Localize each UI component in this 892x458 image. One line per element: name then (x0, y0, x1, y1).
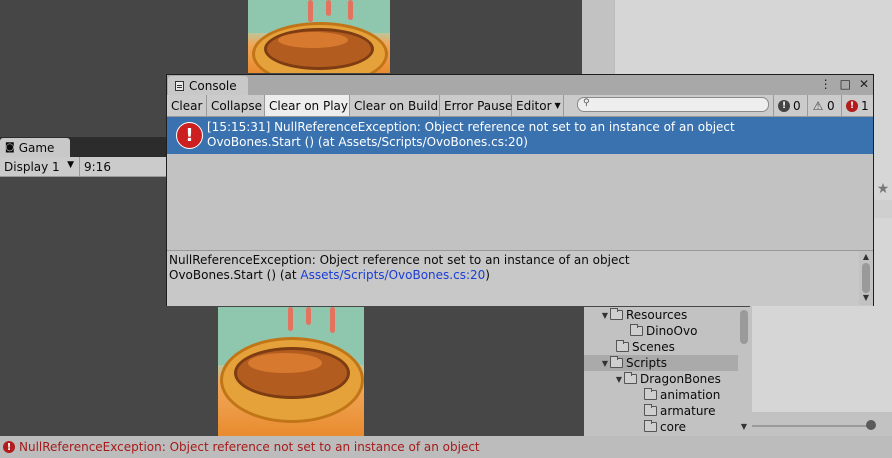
project-scroll-thumb[interactable] (740, 310, 748, 344)
log-entry-message: [15:15:31] NullReferenceException: Objec… (207, 120, 735, 134)
folder-icon (624, 372, 637, 384)
window-controls: ⋮ □ ✕ (820, 77, 869, 91)
editor-dropdown[interactable]: Editor ▼ (512, 95, 564, 116)
maximize-icon[interactable]: □ (840, 77, 851, 91)
tree-item-resources[interactable]: ▼ Resources (584, 307, 754, 323)
chevron-down-icon[interactable]: ▼ (600, 359, 610, 368)
zoom-slider-handle[interactable] (866, 420, 876, 430)
detail-stacktrace-prefix: OvoBones.Start () (at (169, 268, 301, 282)
scroll-down-icon[interactable]: ▼ (859, 293, 873, 302)
info-count: 0 (793, 98, 801, 113)
editor-label: Editor (516, 98, 552, 113)
tree-item-animation[interactable]: animation (584, 387, 738, 403)
game-tab-label: Game (18, 140, 55, 155)
scene-nest-image (248, 0, 390, 73)
display-label: Display 1 (4, 159, 60, 174)
error-pause-toggle[interactable]: Error Pause (440, 95, 512, 116)
clear-button[interactable]: Clear (167, 95, 207, 116)
chevron-down-icon: ▼ (554, 101, 561, 110)
error-count-toggle[interactable]: ! 1 (841, 95, 873, 116)
tree-item-core[interactable]: core (584, 419, 738, 435)
search-icon: ⚲ (583, 98, 590, 108)
inspector-preview (752, 298, 892, 412)
tree-item-scripts[interactable]: ▼ Scripts (584, 355, 754, 371)
aspect-label: 9:16 (84, 159, 111, 174)
warning-count: 0 (827, 98, 835, 113)
zoom-slider-track[interactable] (752, 425, 872, 427)
tree-item-label: DinoOvo (646, 324, 698, 338)
detail-stacktrace-suffix: ) (485, 268, 490, 282)
folder-icon (644, 420, 657, 432)
tab-console[interactable]: Console (168, 76, 248, 95)
status-bar[interactable]: ! NullReferenceException: Object referen… (0, 436, 892, 458)
warning-icon: ⚠ (812, 98, 824, 113)
error-count: 1 (861, 98, 869, 113)
console-tab-icon (175, 80, 184, 91)
tree-item-label: armature (660, 404, 716, 418)
chevron-down-icon: ▼ (67, 160, 74, 170)
detail-stacktrace: OvoBones.Start () (at Assets/Scripts/Ovo… (169, 268, 490, 282)
info-icon: ! (778, 99, 790, 112)
folder-icon (610, 308, 623, 320)
scroll-up-icon[interactable]: ▲ (859, 252, 873, 261)
error-icon: ! (3, 441, 15, 453)
console-window: Console ⋮ □ ✕ Clear Collapse Clear on Pl… (166, 74, 874, 306)
display-dropdown[interactable]: Display 1 ▼ (0, 157, 80, 176)
game-nest-image (218, 307, 364, 436)
clear-on-build-toggle[interactable]: Clear on Build (350, 95, 440, 116)
chevron-down-icon[interactable]: ▼ (614, 375, 624, 384)
tree-item-label: Resources (626, 308, 688, 322)
game-tab-icon: ◙ (5, 142, 15, 153)
tree-item-label: Scripts (626, 356, 668, 370)
star-icon[interactable]: ★ (874, 180, 892, 198)
aspect-dropdown[interactable]: 9:16 (80, 157, 167, 176)
clear-on-play-toggle[interactable]: Clear on Play (265, 95, 350, 116)
folder-icon (610, 356, 623, 368)
tree-item-label: animation (660, 388, 721, 402)
collapse-button[interactable]: Collapse (207, 95, 265, 116)
tab-game[interactable]: ◙ Game (0, 138, 70, 157)
warning-count-toggle[interactable]: ⚠ 0 (807, 95, 841, 116)
log-entry-stacktrace: OvoBones.Start () (at Assets/Scripts/Ovo… (207, 135, 528, 149)
status-message[interactable]: NullReferenceException: Object reference… (19, 440, 480, 454)
tree-item-label: core (660, 420, 686, 434)
more-options-icon[interactable]: ⋮ (820, 77, 832, 91)
folder-icon (644, 388, 657, 400)
search-input[interactable] (577, 97, 769, 112)
close-icon[interactable]: ✕ (859, 77, 869, 91)
error-icon: ! (846, 99, 858, 112)
tree-item-armature[interactable]: armature (584, 403, 738, 419)
script-link[interactable]: Assets/Scripts/OvoBones.cs:20 (300, 268, 485, 282)
chevron-down-icon[interactable]: ▼ (600, 311, 610, 320)
console-tab-label: Console (189, 78, 237, 93)
favorite-bar (874, 200, 892, 218)
scroll-down-icon[interactable]: ▼ (738, 422, 750, 431)
detail-scroll-thumb[interactable] (862, 263, 870, 293)
detail-message: NullReferenceException: Object reference… (169, 253, 630, 267)
tree-item-label: Scenes (632, 340, 675, 354)
console-titlebar (167, 75, 873, 95)
info-count-toggle[interactable]: ! 0 (773, 95, 807, 116)
error-icon: ! (176, 122, 203, 149)
folder-icon (616, 340, 629, 352)
tree-item-label: DragonBones (640, 372, 721, 386)
folder-icon (630, 324, 643, 336)
console-toolbar: Clear Collapse Clear on Play Clear on Bu… (167, 95, 873, 117)
folder-icon (644, 404, 657, 416)
